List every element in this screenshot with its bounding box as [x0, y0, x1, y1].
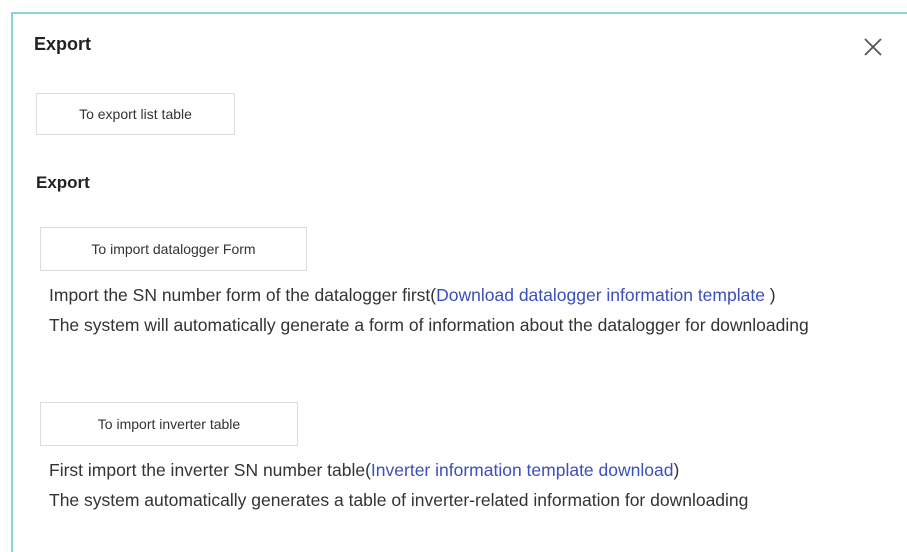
datalogger-instructions: Import the SN number form of the datalog…	[49, 280, 879, 340]
datalogger-instruction-prefix: Import the SN number form of the datalog…	[49, 285, 437, 305]
inverter-template-download-link[interactable]: Inverter information template download	[371, 460, 674, 480]
inverter-instruction-line1: First import the inverter SN number tabl…	[49, 455, 879, 485]
inverter-instruction-prefix: First import the inverter SN number tabl…	[49, 460, 371, 480]
inverter-instruction-line2: The system automatically generates a tab…	[49, 490, 749, 510]
export-dialog: Export To export list table Export To im…	[11, 12, 907, 552]
import-datalogger-form-button[interactable]: To import datalogger Form	[40, 227, 307, 271]
inverter-instructions: First import the inverter SN number tabl…	[49, 455, 879, 515]
datalogger-instruction-line1: Import the SN number form of the datalog…	[49, 280, 879, 310]
export-list-table-button[interactable]: To export list table	[36, 93, 235, 135]
section-title: Export	[36, 173, 90, 192]
datalogger-instruction-line2: The system will automatically generate a…	[49, 315, 809, 335]
close-icon[interactable]	[862, 36, 884, 58]
inverter-instruction-suffix: )	[673, 460, 680, 480]
download-datalogger-template-link[interactable]: Download datalogger information template	[436, 285, 765, 305]
import-inverter-table-button[interactable]: To import inverter table	[40, 402, 298, 446]
datalogger-instruction-suffix: )	[764, 285, 776, 305]
dialog-title: Export	[34, 34, 92, 54]
